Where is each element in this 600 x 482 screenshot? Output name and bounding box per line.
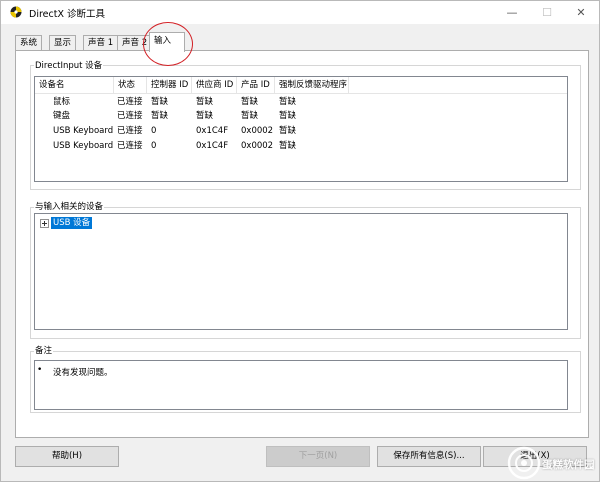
cell-ff-driver: 暂缺 [279,97,297,107]
title-bar[interactable]: DirectX 诊断工具 — ☐ ✕ [1,1,599,24]
related-devices-group-title: 与输入相关的设备 [34,200,105,212]
column-product-id[interactable]: 产品 ID [237,77,275,93]
directx-icon [10,6,22,18]
column-status[interactable]: 状态 [114,77,147,93]
cell-product-id: 暂缺 [241,111,259,121]
save-all-info-button[interactable]: 保存所有信息(S)... [377,446,481,467]
help-button[interactable]: 帮助(H) [15,446,119,467]
cell-device-name: USB Keyboard [53,126,114,136]
table-row[interactable]: 鼠标 已连接 暂缺 暂缺 暂缺 暂缺 [35,95,567,109]
tree-item-usb-devices[interactable]: USB 设备 [51,217,93,229]
cell-product-id: 暂缺 [241,97,259,107]
cell-vendor-id: 0x1C4F [196,126,229,136]
column-vendor-id[interactable]: 供应商 ID [192,77,237,93]
tab-sound-2[interactable]: 声音 2 [117,35,153,50]
notes-group-title: 备注 [34,344,54,356]
column-device-name[interactable]: 设备名 [35,77,114,93]
cell-vendor-id: 0x1C4F [196,141,229,151]
column-force-feedback-driver[interactable]: 强制反馈驱动程序 [275,77,349,93]
column-controller-id[interactable]: 控制器 ID [147,77,192,93]
tab-system[interactable]: 系统 [15,35,43,50]
cell-status: 已连接 [117,111,143,121]
cell-ff-driver: 暂缺 [279,126,297,136]
cell-device-name: 鼠标 [53,97,71,107]
cell-status: 已连接 [117,141,143,151]
related-devices-tree[interactable]: USB 设备 [34,213,568,330]
cell-device-name: USB Keyboard [53,141,114,151]
cell-device-name: 键盘 [53,111,71,121]
cell-product-id: 0x0002 [241,126,274,136]
cell-status: 已连接 [117,126,143,136]
cell-controller-id: 0 [151,126,157,136]
directinput-group-title: DirectInput 设备 [34,59,104,71]
cell-vendor-id: 暂缺 [196,111,214,121]
expand-plus-icon[interactable] [40,219,49,228]
next-page-button[interactable]: 下一页(N) [266,446,370,467]
minimize-button[interactable]: — [497,4,527,21]
window-title: DirectX 诊断工具 [29,9,105,20]
cell-controller-id: 0 [151,141,157,151]
table-row[interactable]: USB Keyboard 已连接 0 0x1C4F 0x0002 暂缺 [35,124,567,138]
watermark-text: 蛋糕软件园 [542,459,595,471]
table-row[interactable]: 键盘 已连接 暂缺 暂缺 暂缺 暂缺 [35,109,567,123]
tab-display[interactable]: 显示 [49,35,77,50]
dxdiag-window: DirectX 诊断工具 — ☐ ✕ 系统 显示 声音 1 声音 2 输入 Di… [0,0,600,482]
maximize-button[interactable]: ☐ [532,4,562,21]
directinput-list[interactable]: 设备名 状态 控制器 ID 供应商 ID 产品 ID 强制反馈驱动程序 鼠标 已… [34,76,568,182]
note-item: 没有发现问题。 [53,368,113,378]
cell-product-id: 0x0002 [241,141,274,151]
notes-box[interactable]: • 没有发现问题。 [34,360,568,410]
tab-sound-1[interactable]: 声音 1 [83,35,119,50]
cell-ff-driver: 暂缺 [279,111,297,121]
cell-vendor-id: 暂缺 [196,97,214,107]
cell-controller-id: 暂缺 [151,97,169,107]
cell-controller-id: 暂缺 [151,111,169,121]
cell-ff-driver: 暂缺 [279,141,297,151]
watermark-logo-icon [507,446,541,480]
cell-status: 已连接 [117,97,143,107]
bullet-icon: • [37,365,43,375]
table-row[interactable]: USB Keyboard 已连接 0 0x1C4F 0x0002 暂缺 [35,139,567,153]
close-button[interactable]: ✕ [566,4,596,21]
tab-input[interactable]: 输入 [149,32,185,52]
list-header: 设备名 状态 控制器 ID 供应商 ID 产品 ID 强制反馈驱动程序 [35,77,567,94]
